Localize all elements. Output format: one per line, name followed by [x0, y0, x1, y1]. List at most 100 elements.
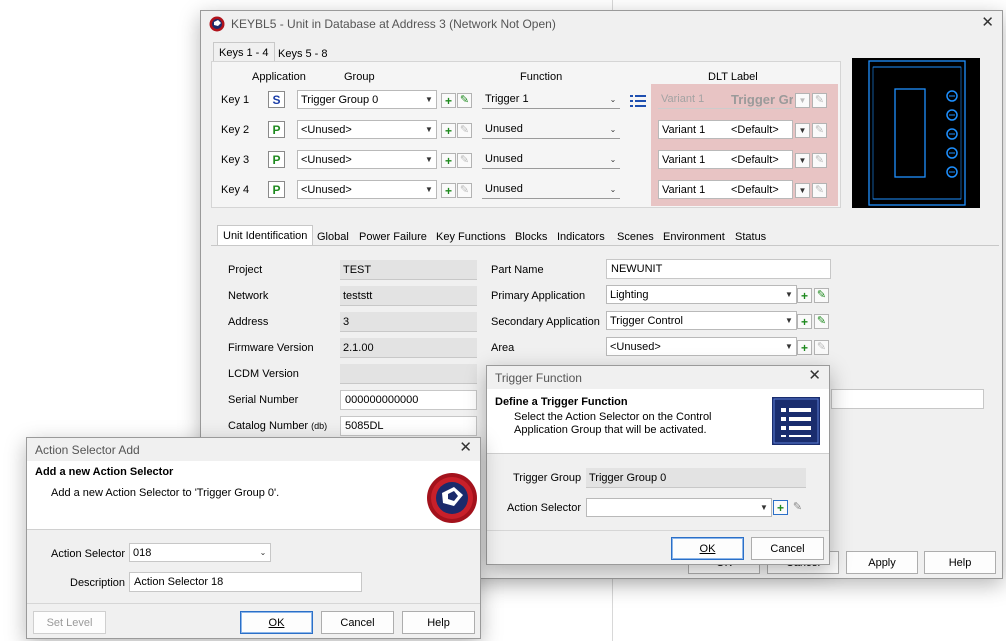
add-icon[interactable]: + [441, 93, 456, 108]
close-icon[interactable]: ✕ [981, 15, 994, 31]
lcdm-value [340, 364, 477, 384]
tab-scenes[interactable]: Scenes [612, 227, 659, 247]
edit-icon[interactable]: ✎ [814, 288, 829, 303]
tab-indicators[interactable]: Indicators [552, 227, 610, 247]
edit-icon[interactable]: ✎ [457, 93, 472, 108]
chevron-down-icon[interactable]: ▼ [795, 123, 810, 138]
cancel-button[interactable]: Cancel [321, 611, 394, 634]
close-icon[interactable]: ✕ [459, 440, 472, 456]
ok-button[interactable]: OK [240, 611, 313, 634]
primary-app-select[interactable]: Lighting ▼ [606, 285, 797, 304]
dlt-select[interactable]: <Default> [728, 180, 793, 199]
keypad-preview-image [852, 58, 980, 208]
catalog-input[interactable]: 5085DL [340, 416, 477, 436]
help-button[interactable]: Help [924, 551, 996, 574]
function-select[interactable]: Trigger 1 ⌄ [482, 90, 620, 109]
chevron-down-icon: ⌄ [609, 154, 617, 164]
application-badge[interactable]: S [268, 91, 285, 108]
function-select[interactable]: Unused ⌄ [482, 150, 620, 169]
dlt-select: Trigger Gro [728, 90, 793, 109]
cancel-button[interactable]: Cancel [751, 537, 824, 560]
serial-input[interactable]: 000000000000 [340, 390, 477, 410]
chevron-down-icon[interactable]: ▼ [795, 183, 810, 198]
set-level-button: Set Level [33, 611, 106, 634]
action-selector-select[interactable]: 018 ⌄ [129, 543, 271, 562]
add-icon[interactable]: + [441, 123, 456, 138]
action-selector-add-dialog: Action Selector Add ✕ Add a new Action S… [26, 437, 481, 639]
variant-select[interactable]: Variant 1 [658, 150, 728, 169]
application-badge[interactable]: P [268, 151, 285, 168]
action-footer-separator [27, 603, 480, 604]
action-title: Action Selector Add [35, 442, 140, 457]
group-select[interactable]: Trigger Group 0 ▼ [297, 90, 437, 109]
action-selector-value: 018 [133, 546, 152, 559]
tab-environment[interactable]: Environment [658, 227, 730, 247]
project-label: Project [228, 264, 263, 276]
function-select[interactable]: Unused ⌄ [482, 180, 620, 199]
area-select[interactable]: <Unused> ▼ [606, 337, 797, 356]
action-titlebar: Action Selector Add [27, 438, 480, 461]
trigger-heading: Define a Trigger Function [495, 396, 628, 408]
list-icon[interactable] [630, 94, 646, 108]
trigger-function-dialog: Trigger Function ✕ Define a Trigger Func… [486, 365, 830, 565]
group-value: <Unused> [301, 123, 352, 136]
add-icon[interactable]: + [441, 183, 456, 198]
dlt-select[interactable]: <Default> [728, 120, 793, 139]
variant-select[interactable]: Variant 1 [658, 120, 728, 139]
secondary-app-select[interactable]: Trigger Control ▼ [606, 311, 797, 330]
add-icon[interactable]: + [797, 340, 812, 355]
ok-button[interactable]: OK [671, 537, 744, 560]
lcdm-label: LCDM Version [228, 368, 299, 380]
edit-icon[interactable]: ✎ [790, 500, 805, 515]
group-value: <Unused> [301, 153, 352, 166]
group-select[interactable]: <Unused> ▼ [297, 180, 437, 199]
function-value: Trigger 1 [485, 93, 529, 105]
function-select[interactable]: Unused ⌄ [482, 120, 620, 139]
tab-power-failure[interactable]: Power Failure [354, 227, 432, 247]
help-button[interactable]: Help [402, 611, 475, 634]
part-name-label: Part Name [491, 264, 544, 276]
secondary-app-label: Secondary Application [491, 316, 600, 328]
key-label: Key 3 [221, 154, 250, 166]
description-input[interactable]: Action Selector 18 [129, 572, 362, 592]
apply-button[interactable]: Apply [846, 551, 918, 574]
action-heading: Add a new Action Selector [35, 466, 174, 478]
tab-blocks[interactable]: Blocks [510, 227, 552, 247]
variant-value: Variant 1 [662, 183, 706, 196]
ok-label: OK [699, 542, 716, 555]
function-value: Unused [485, 123, 523, 135]
add-icon[interactable]: + [441, 153, 456, 168]
add-icon[interactable]: + [797, 288, 812, 303]
variant-value: Variant 1 [662, 153, 706, 166]
edit-icon[interactable]: ✎ [814, 314, 829, 329]
group-select[interactable]: <Unused> ▼ [297, 120, 437, 139]
dlt-select[interactable]: <Default> [728, 150, 793, 169]
application-badge[interactable]: P [268, 181, 285, 198]
chevron-down-icon: ▼ [425, 95, 433, 104]
close-icon[interactable]: ✕ [808, 368, 821, 384]
part-name-input[interactable]: NEWUNIT [606, 259, 831, 279]
tab-unit-identification[interactable]: Unit Identification [217, 225, 314, 246]
variant-select[interactable]: Variant 1 [658, 180, 728, 199]
tab-key-functions[interactable]: Key Functions [431, 227, 511, 247]
add-icon[interactable]: + [797, 314, 812, 329]
tab-status[interactable]: Status [730, 227, 771, 247]
chevron-down-icon: ▼ [760, 503, 768, 512]
key-label: Key 4 [221, 184, 250, 196]
action-selector-select[interactable]: ▼ [586, 498, 772, 517]
application-badge[interactable]: P [268, 121, 285, 138]
group-select[interactable]: <Unused> ▼ [297, 150, 437, 169]
edit-icon: ✎ [812, 123, 827, 138]
edit-icon: ✎ [812, 93, 827, 108]
chevron-down-icon[interactable]: ▼ [795, 153, 810, 168]
cancel-label: Cancel [340, 616, 375, 629]
tab-keys-1-4[interactable]: Keys 1 - 4 [213, 42, 275, 63]
col-dlt-label: DLT Label [708, 71, 758, 83]
add-icon[interactable]: + [773, 500, 788, 515]
network-value: teststt [340, 286, 477, 306]
function-value: Unused [485, 183, 523, 195]
tab-global[interactable]: Global [312, 227, 354, 247]
trigger-description: Select the Action Selector on the Contro… [514, 411, 712, 436]
partial-input[interactable] [831, 389, 984, 409]
chevron-down-icon: ▼ [425, 155, 433, 164]
